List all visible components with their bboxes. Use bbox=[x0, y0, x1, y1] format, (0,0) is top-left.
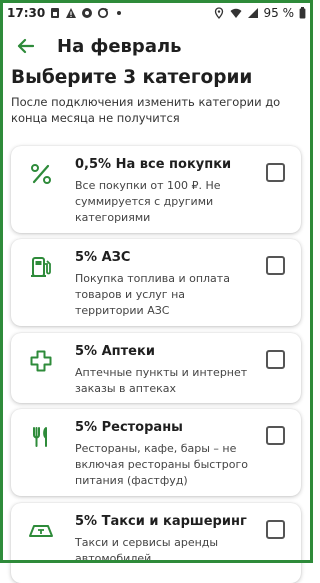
category-checkbox[interactable] bbox=[266, 163, 285, 182]
fork-knife-icon bbox=[27, 423, 55, 451]
category-title: 5% Такси и каршеринг bbox=[75, 514, 247, 529]
back-button[interactable] bbox=[5, 28, 45, 64]
percent-icon bbox=[27, 160, 55, 188]
section-subtext: После подключения изменить категории до … bbox=[11, 95, 281, 125]
category-checkbox[interactable] bbox=[266, 426, 285, 445]
dot-icon bbox=[117, 11, 122, 15]
category-card-taxi[interactable]: 5% Такси и каршеринг Такси и сервисы аре… bbox=[11, 503, 301, 583]
wifi-icon bbox=[230, 8, 241, 18]
messenger-icon bbox=[82, 8, 93, 18]
sim-card-icon bbox=[51, 8, 60, 18]
battery-icon bbox=[299, 7, 306, 19]
sync-icon bbox=[98, 7, 109, 19]
category-title: 5% Рестораны bbox=[75, 420, 183, 435]
category-title: 5% Аптеки bbox=[75, 344, 155, 359]
category-description: Все покупки от 100 ₽. Не суммируется с д… bbox=[75, 179, 221, 224]
battery-text: 95 % bbox=[263, 6, 295, 20]
category-title: 5% АЗС bbox=[75, 250, 131, 265]
status-bar: 17:30 95 % bbox=[3, 3, 310, 23]
status-time: 17:30 bbox=[7, 6, 46, 20]
category-description: Покупка топлива и оплата товаров и услуг… bbox=[75, 272, 230, 317]
pharmacy-cross-icon bbox=[27, 347, 55, 375]
category-checkbox[interactable] bbox=[266, 256, 285, 275]
category-description: Рестораны, кафе, бары – не включая ресто… bbox=[75, 442, 248, 487]
category-card-gas-stations[interactable]: 5% АЗС Покупка топлива и оплата товаров … bbox=[11, 239, 301, 326]
category-card-pharmacies[interactable]: 5% Аптеки Аптечные пункты и интернет зак… bbox=[11, 333, 301, 403]
category-card-restaurants[interactable]: 5% Рестораны Рестораны, кафе, бары – не … bbox=[11, 409, 301, 496]
category-checkbox[interactable] bbox=[266, 350, 285, 369]
category-card-all-purchases[interactable]: 0,5% На все покупки Все покупки от 100 ₽… bbox=[11, 146, 301, 233]
category-title: 0,5% На все покупки bbox=[75, 157, 232, 172]
category-checkbox[interactable] bbox=[266, 520, 285, 539]
category-description: Такси и сервисы аренды автомобилей bbox=[75, 536, 219, 565]
fuel-pump-icon bbox=[27, 253, 55, 281]
section-heading: Выберите 3 категории bbox=[11, 67, 253, 88]
signal-icon bbox=[247, 8, 258, 18]
alert-icon bbox=[66, 8, 77, 18]
category-description: Аптечные пункты и интернет заказы в апте… bbox=[75, 366, 248, 395]
taxi-icon bbox=[27, 517, 55, 545]
back-arrow-icon bbox=[17, 38, 34, 54]
page-title: На февраль bbox=[57, 35, 182, 57]
app-bar: На февраль bbox=[3, 28, 310, 64]
location-icon bbox=[214, 7, 223, 19]
